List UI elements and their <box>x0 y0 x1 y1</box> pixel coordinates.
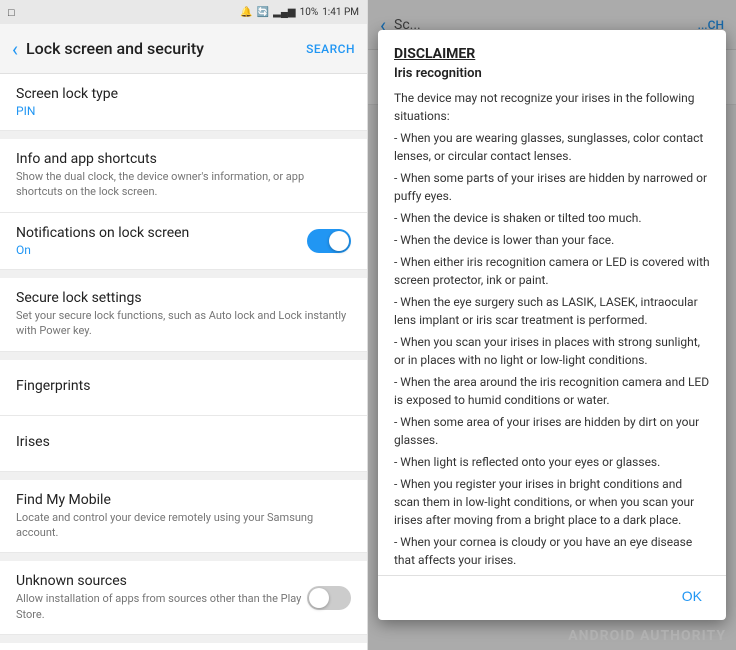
dialog-list-item: - When light is reflected onto your eyes… <box>394 453 710 471</box>
dialog-list-item: - When you scan your irises in places wi… <box>394 333 710 369</box>
toggle-knob <box>329 231 349 251</box>
list-item[interactable]: Notifications on lock screen On <box>0 213 367 270</box>
time-text: 1:41 PM <box>322 7 359 18</box>
toggle-knob <box>309 588 329 608</box>
list-item[interactable]: Irises <box>0 416 367 472</box>
list-item[interactable]: Fingerprints <box>0 360 367 416</box>
item-value: PIN <box>16 104 351 118</box>
sync-icon: 🔄 <box>257 7 269 18</box>
dialog-body: The device may not recognize your irises… <box>394 89 710 569</box>
list-item[interactable]: Encrypt device Protect your device by en… <box>0 643 367 650</box>
ok-button[interactable]: OK <box>674 584 710 608</box>
item-title: Secure lock settings <box>16 290 351 306</box>
status-bar-right-info: 🔔 🔄 ▂▄▆ 10% 1:41 PM <box>240 7 359 18</box>
right-panel: □ 🔔 ▂▄▆ 10% 1:41 PM ‹ Sc... ...CH Sc... … <box>368 0 736 650</box>
notification-icon: 🔔 <box>240 7 252 18</box>
item-title: Info and app shortcuts <box>16 151 351 167</box>
search-button[interactable]: SEARCH <box>306 42 355 56</box>
status-bar-left-icons: □ <box>8 6 15 19</box>
signal-icon: ▂▄▆ <box>273 7 295 18</box>
disclaimer-dialog: DISCLAIMER Iris recognition The device m… <box>378 30 726 620</box>
top-bar: ‹ Lock screen and security SEARCH <box>0 24 367 74</box>
dialog-list-item: - When some area of your irises are hidd… <box>394 413 710 449</box>
dialog-list-item: - When either iris recognition camera or… <box>394 253 710 289</box>
item-title: Find My Mobile <box>16 492 351 508</box>
dialog-items: - When you are wearing glasses, sunglass… <box>394 129 710 569</box>
list-item[interactable]: Screen lock type PIN <box>0 74 367 131</box>
item-title: Fingerprints <box>16 378 351 394</box>
section-divider <box>0 553 367 561</box>
item-content: Fingerprints <box>16 378 351 396</box>
item-subtitle: Allow installation of apps from sources … <box>16 591 307 622</box>
section-divider <box>0 472 367 480</box>
list-item[interactable]: Info and app shortcuts Show the dual clo… <box>0 139 367 213</box>
left-panel: □ 🔔 🔄 ▂▄▆ 10% 1:41 PM ‹ Lock screen and … <box>0 0 368 650</box>
section-divider <box>0 635 367 643</box>
list-item[interactable]: Unknown sources Allow installation of ap… <box>0 561 367 635</box>
dialog-list-item: - When you register your irises in brigh… <box>394 475 710 529</box>
status-bar-left: □ 🔔 🔄 ▂▄▆ 10% 1:41 PM <box>0 0 367 24</box>
item-content: Irises <box>16 434 351 452</box>
back-button[interactable]: ‹ <box>12 37 18 61</box>
dialog-subtitle: Iris recognition <box>394 66 710 81</box>
item-title: Unknown sources <box>16 573 307 589</box>
dialog-list-item: - When some parts of your irises are hid… <box>394 169 710 205</box>
item-subtitle: Set your secure lock functions, such as … <box>16 308 351 339</box>
item-content: Screen lock type PIN <box>16 86 351 118</box>
item-subtitle: Locate and control your device remotely … <box>16 510 351 541</box>
item-value: On <box>16 243 307 257</box>
dialog-list-item: - When the area around the iris recognit… <box>394 373 710 409</box>
unknown-sources-toggle[interactable] <box>307 586 351 610</box>
dialog-title: DISCLAIMER <box>394 46 710 62</box>
settings-list: Screen lock type PIN Info and app shortc… <box>0 74 367 650</box>
item-subtitle: Show the dual clock, the device owner's … <box>16 169 351 200</box>
list-item[interactable]: Find My Mobile Locate and control your d… <box>0 480 367 554</box>
item-content: Notifications on lock screen On <box>16 225 307 257</box>
dialog-content: DISCLAIMER Iris recognition The device m… <box>378 30 726 575</box>
dialog-footer: OK <box>378 575 726 620</box>
list-item[interactable]: Secure lock settings Set your secure loc… <box>0 278 367 352</box>
item-content: Secure lock settings Set your secure loc… <box>16 290 351 339</box>
page-title: Lock screen and security <box>26 39 306 58</box>
notifications-toggle[interactable] <box>307 229 351 253</box>
item-title: Screen lock type <box>16 86 351 102</box>
app-icon: □ <box>8 6 15 19</box>
battery-text: 10% <box>300 7 319 18</box>
item-title: Irises <box>16 434 351 450</box>
item-content: Unknown sources Allow installation of ap… <box>16 573 307 622</box>
watermark: ANDROID AUTHORITY <box>568 628 726 644</box>
dialog-list-item: - When the device is shaken or tilted to… <box>394 209 710 227</box>
dialog-list-item: - When the device is lower than your fac… <box>394 231 710 249</box>
section-divider <box>0 131 367 139</box>
item-content: Find My Mobile Locate and control your d… <box>16 492 351 541</box>
section-divider <box>0 352 367 360</box>
dialog-list-item: - When your cornea is cloudy or you have… <box>394 533 710 569</box>
dialog-list-item: - When you are wearing glasses, sunglass… <box>394 129 710 165</box>
item-content: Info and app shortcuts Show the dual clo… <box>16 151 351 200</box>
dialog-list-item: - When the eye surgery such as LASIK, LA… <box>394 293 710 329</box>
section-divider <box>0 270 367 278</box>
dialog-intro: The device may not recognize your irises… <box>394 89 710 125</box>
item-title: Notifications on lock screen <box>16 225 307 241</box>
